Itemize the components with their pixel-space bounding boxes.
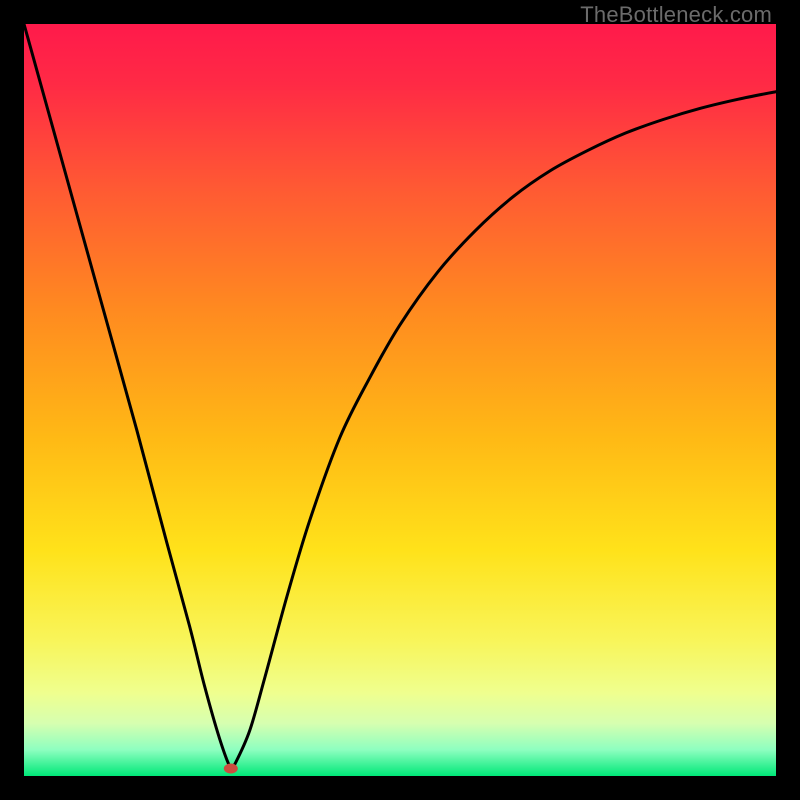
chart-svg xyxy=(24,24,776,776)
minimum-marker xyxy=(224,763,238,773)
gradient-background xyxy=(24,24,776,776)
chart-frame xyxy=(24,24,776,776)
